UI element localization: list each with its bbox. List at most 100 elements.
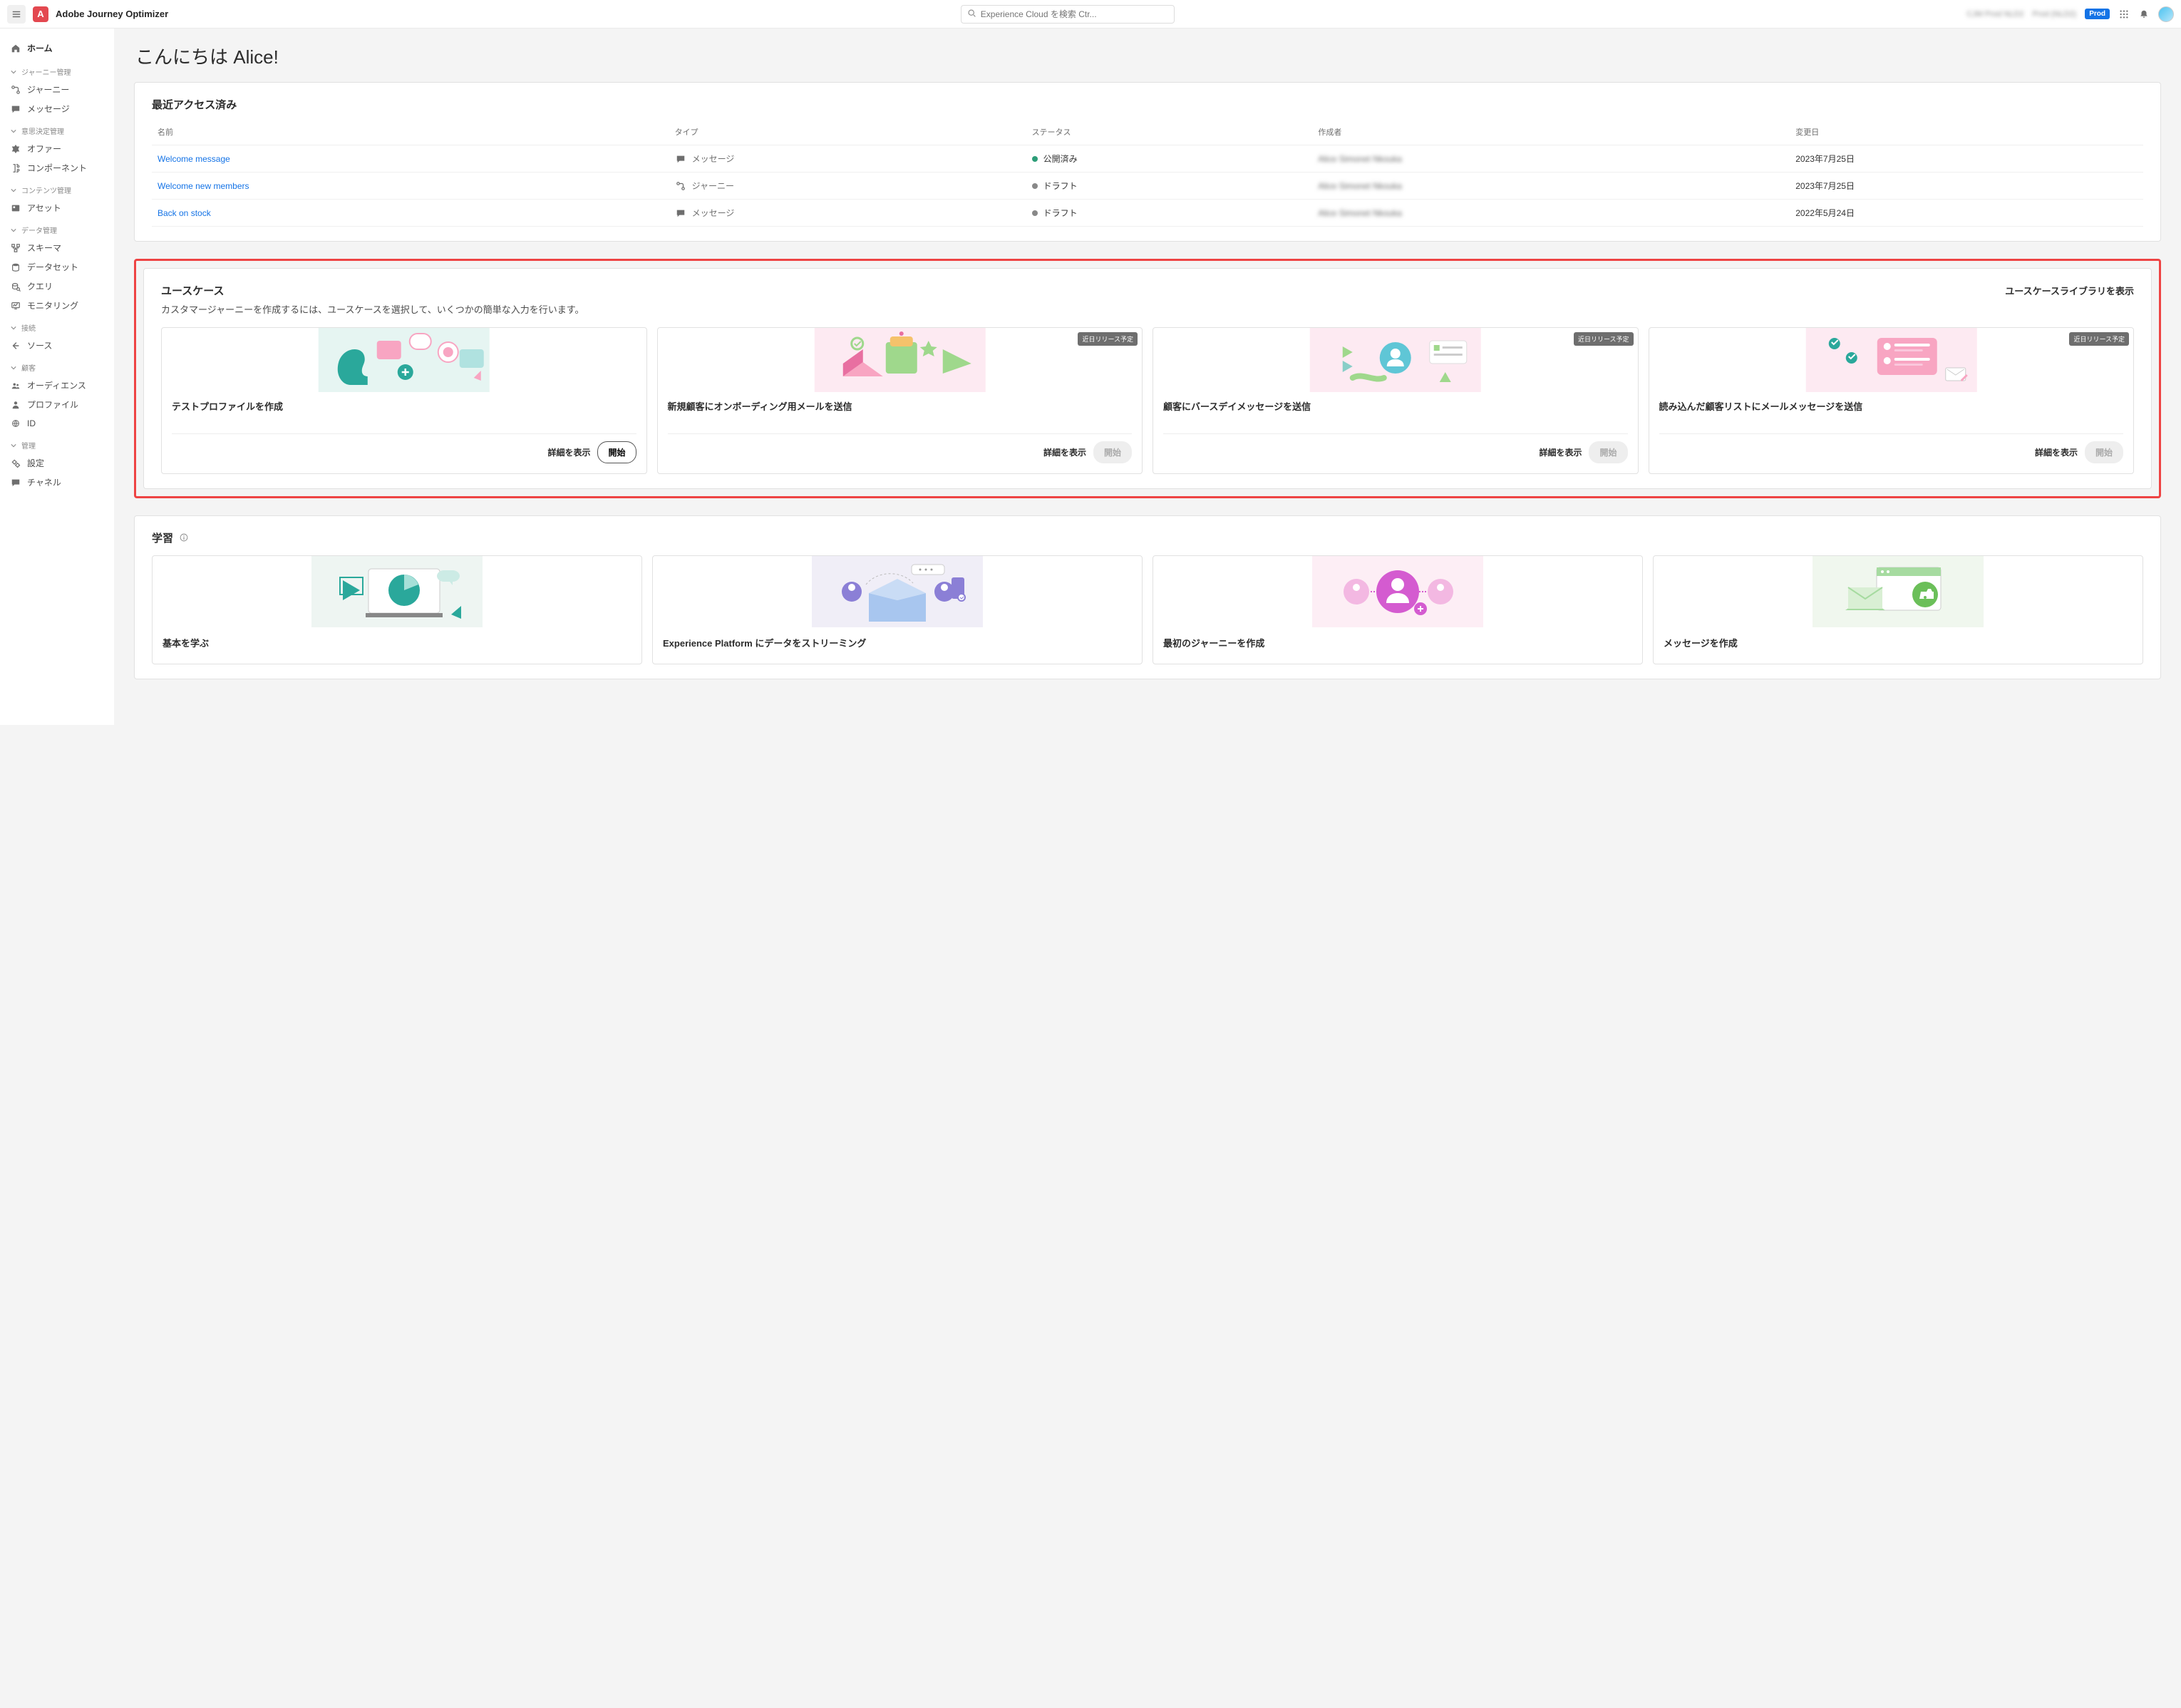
table-row: Welcome new membersジャーニードラフトAlice Simone… bbox=[152, 173, 2143, 200]
audience-icon bbox=[10, 380, 21, 391]
sidebar-item-label: アセット bbox=[27, 202, 61, 214]
modified-date: 2023年7月25日 bbox=[1790, 145, 2143, 173]
sidebar-group-label: 管理 bbox=[21, 440, 36, 451]
learning-card[interactable]: Experience Platform にデータをストリーミング bbox=[652, 555, 1143, 664]
sidebar-item[interactable]: メッセージ bbox=[0, 99, 114, 118]
detail-button[interactable]: 詳細を表示 bbox=[1537, 443, 1583, 461]
apps-icon[interactable] bbox=[2118, 9, 2130, 20]
learning-card[interactable]: メッセージを作成 bbox=[1653, 555, 2143, 664]
sidebar-group-header[interactable]: 接続 bbox=[0, 315, 114, 336]
sidebar-group-header[interactable]: データ管理 bbox=[0, 217, 114, 238]
recent-name-link[interactable]: Welcome message bbox=[158, 154, 230, 164]
status-label: ドラフト bbox=[1043, 180, 1078, 192]
sidebar-item[interactable]: データセット bbox=[0, 257, 114, 277]
col-creator: 作成者 bbox=[1312, 119, 1790, 145]
sidebar-group-header[interactable]: 意思決定管理 bbox=[0, 118, 114, 139]
sidebar-item-label: プロファイル bbox=[27, 398, 78, 411]
bell-icon[interactable] bbox=[2138, 9, 2150, 20]
schema-icon bbox=[10, 242, 21, 254]
chevron-down-icon bbox=[10, 68, 17, 76]
avatar[interactable] bbox=[2158, 6, 2174, 22]
sidebar-item[interactable]: アセット bbox=[0, 198, 114, 217]
adobe-logo-icon: A bbox=[33, 6, 48, 22]
sidebar-item-label: コンポーネント bbox=[27, 162, 87, 174]
chevron-down-icon bbox=[10, 364, 17, 371]
sidebar-item[interactable]: オーディエンス bbox=[0, 376, 114, 395]
sidebar-group-label: 接続 bbox=[21, 322, 36, 333]
col-name: 名前 bbox=[152, 119, 669, 145]
sidebar-item-label: クエリ bbox=[27, 280, 53, 292]
sidebar-item[interactable]: チャネル bbox=[0, 473, 114, 492]
recent-name-link[interactable]: Welcome new members bbox=[158, 181, 249, 191]
sidebar-group-header[interactable]: ジャーニー管理 bbox=[0, 59, 114, 80]
sidebar-item[interactable]: スキーマ bbox=[0, 238, 114, 257]
usecases-library-link[interactable]: ユースケースライブラリを表示 bbox=[2005, 284, 2134, 297]
card-illustration bbox=[1654, 556, 2143, 627]
card-title: テストプロファイルを作成 bbox=[172, 401, 636, 426]
settings-icon bbox=[10, 458, 21, 469]
sidebar-item[interactable]: モニタリング bbox=[0, 296, 114, 315]
id-icon bbox=[10, 418, 21, 429]
card-illustration: 近日リリース予定 bbox=[1153, 328, 1638, 392]
message-icon bbox=[675, 153, 686, 165]
source-icon bbox=[10, 340, 21, 351]
journey-icon bbox=[10, 84, 21, 96]
sidebar-item[interactable]: ID bbox=[0, 414, 114, 433]
start-button: 開始 bbox=[2085, 441, 2123, 463]
sidebar-group-header[interactable]: 管理 bbox=[0, 433, 114, 453]
sidebar-item[interactable]: クエリ bbox=[0, 277, 114, 296]
sidebar-group-label: ジャーニー管理 bbox=[21, 66, 71, 77]
sidebar-item[interactable]: オファー bbox=[0, 139, 114, 158]
creator-name: Alice Simonet Nkouka bbox=[1318, 154, 1401, 164]
sidebar-group-header[interactable]: コンテンツ管理 bbox=[0, 178, 114, 198]
usecase-card: テストプロファイルを作成詳細を表示開始 bbox=[161, 327, 647, 474]
profile-icon bbox=[10, 399, 21, 411]
detail-button[interactable]: 詳細を表示 bbox=[546, 443, 592, 461]
recent-name-link[interactable]: Back on stock bbox=[158, 208, 211, 218]
topbar-right: CJM Prod NLD2 Prod (NLD2) Prod bbox=[1966, 6, 2174, 22]
hamburger-menu[interactable] bbox=[7, 5, 26, 24]
learning-card[interactable]: 最初のジャーニーを作成 bbox=[1153, 555, 1643, 664]
col-status: ステータス bbox=[1026, 119, 1313, 145]
sidebar-item-label: オーディエンス bbox=[27, 379, 86, 391]
table-row: Welcome messageメッセージ公開済みAlice Simonet Nk… bbox=[152, 145, 2143, 173]
search-input[interactable] bbox=[981, 9, 1168, 19]
status-dot-icon bbox=[1032, 156, 1038, 162]
recent-table: 名前 タイプ ステータス 作成者 変更日 Welcome messageメッセー… bbox=[152, 119, 2143, 227]
sidebar-item-home[interactable]: ホーム bbox=[0, 38, 114, 58]
page-greeting: こんにちは Alice! bbox=[135, 43, 2161, 69]
start-button: 開始 bbox=[1093, 441, 1132, 463]
sidebar-item[interactable]: ジャーニー bbox=[0, 80, 114, 99]
sidebar-item[interactable]: ソース bbox=[0, 336, 114, 355]
search-box[interactable] bbox=[961, 5, 1175, 24]
card-title: 顧客にバースデイメッセージを送信 bbox=[1163, 401, 1628, 426]
sidebar-item[interactable]: コンポーネント bbox=[0, 158, 114, 178]
sidebar-group-label: 意思決定管理 bbox=[21, 125, 64, 136]
learning-card[interactable]: 基本を学ぶ bbox=[152, 555, 642, 664]
usecases-grid: テストプロファイルを作成詳細を表示開始近日リリース予定新規顧客にオンボーディング… bbox=[161, 327, 2134, 474]
sidebar-item[interactable]: 設定 bbox=[0, 453, 114, 473]
sidebar-item-label: スキーマ bbox=[27, 242, 61, 254]
card-title: 読み込んだ顧客リストにメールメッセージを送信 bbox=[1659, 401, 2124, 426]
type-label: メッセージ bbox=[692, 207, 735, 219]
learning-panel: 学習 基本を学ぶExperience Platform にデータをストリーミング… bbox=[134, 515, 2161, 679]
org-label-1: CJM Prod NLD2 bbox=[1966, 10, 2023, 19]
card-title: 最初のジャーニーを作成 bbox=[1163, 636, 1632, 649]
type-label: ジャーニー bbox=[692, 180, 734, 192]
detail-button[interactable]: 詳細を表示 bbox=[2033, 443, 2079, 461]
sidebar-group-label: データ管理 bbox=[21, 225, 57, 235]
start-button[interactable]: 開始 bbox=[597, 441, 636, 463]
card-illustration bbox=[1153, 556, 1642, 627]
creator-name: Alice Simonet Nkouka bbox=[1318, 208, 1401, 218]
detail-button[interactable]: 詳細を表示 bbox=[1042, 443, 1088, 461]
sidebar-group-header[interactable]: 顧客 bbox=[0, 355, 114, 376]
info-icon[interactable] bbox=[179, 533, 189, 542]
status-dot-icon bbox=[1032, 210, 1038, 216]
query-icon bbox=[10, 281, 21, 292]
table-row: Back on stockメッセージドラフトAlice Simonet Nkou… bbox=[152, 200, 2143, 227]
env-badge: Prod bbox=[2085, 9, 2110, 19]
app-title: Adobe Journey Optimizer bbox=[56, 9, 168, 19]
sidebar-item-label: ソース bbox=[27, 339, 52, 351]
chevron-down-icon bbox=[10, 442, 17, 449]
sidebar-item[interactable]: プロファイル bbox=[0, 395, 114, 414]
